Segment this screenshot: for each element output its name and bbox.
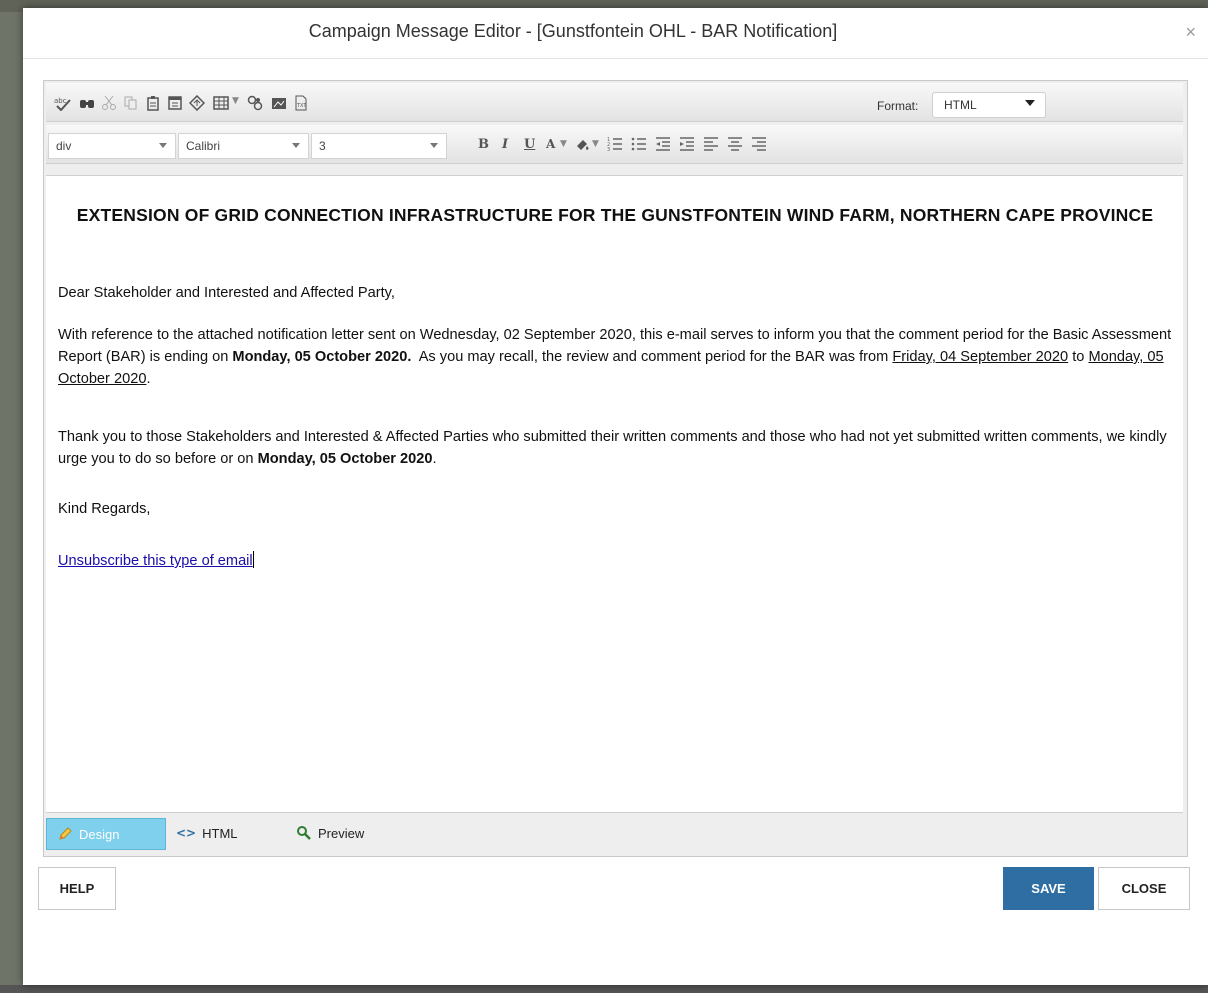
background-page: [0, 0, 24, 993]
font-color-icon[interactable]: A: [546, 137, 555, 151]
outdent-icon[interactable]: [654, 136, 672, 152]
paste-icon[interactable]: [144, 95, 162, 111]
format-select[interactable]: HTML: [932, 92, 1046, 118]
text-cursor: [252, 551, 254, 568]
underline-icon[interactable]: U: [524, 137, 535, 152]
tab-preview[interactable]: Preview: [296, 818, 396, 848]
table-icon[interactable]: [212, 95, 230, 111]
paragraph-style-value: div: [56, 139, 72, 153]
editor-toolbar-formatting: div Calibri 3 B I U A ▼ ▼ 123: [46, 125, 1183, 164]
chevron-down-icon: [1025, 100, 1035, 106]
highlight-icon[interactable]: [574, 136, 592, 152]
paste-word-icon[interactable]: [166, 95, 184, 111]
close-button[interactable]: CLOSE: [1098, 867, 1190, 910]
paragraph-comment-period: With reference to the attached notificat…: [58, 327, 1172, 387]
tab-design-label: Design: [79, 826, 120, 842]
highlight-dropdown-icon[interactable]: ▼: [592, 139, 599, 149]
chevron-down-icon: [292, 143, 300, 148]
table-dropdown-icon[interactable]: ▼: [232, 96, 239, 106]
align-center-icon[interactable]: [726, 136, 744, 152]
dialog-title-bar: Campaign Message Editor - [Gunstfontein …: [23, 8, 1208, 59]
editor-content-area[interactable]: EXTENSION OF GRID CONNECTION INFRASTRUCT…: [46, 175, 1183, 813]
chevron-down-icon: [159, 143, 167, 148]
cut-icon[interactable]: [100, 95, 118, 111]
indent-icon[interactable]: [678, 136, 696, 152]
campaign-message-editor-dialog: Campaign Message Editor - [Gunstfontein …: [23, 8, 1208, 985]
bulleted-list-icon[interactable]: [630, 136, 648, 152]
close-icon[interactable]: ×: [1185, 22, 1196, 43]
svg-text:abc: abc: [54, 97, 67, 105]
message-heading: EXTENSION OF GRID CONNECTION INFRASTRUCT…: [76, 205, 1154, 225]
font-size-select[interactable]: 3: [311, 133, 447, 159]
tab-preview-label: Preview: [318, 825, 365, 841]
save-button[interactable]: SAVE: [1003, 867, 1094, 910]
align-right-icon[interactable]: [750, 136, 768, 152]
italic-icon[interactable]: I: [502, 137, 508, 152]
media-icon[interactable]: [270, 95, 288, 111]
align-left-icon[interactable]: [702, 136, 720, 152]
paragraph-style-select[interactable]: div: [48, 133, 176, 159]
magnifier-icon: [297, 826, 311, 840]
tab-html-label: HTML: [202, 825, 238, 841]
svg-text:TXT: TXT: [296, 103, 307, 109]
chevron-down-icon: [430, 143, 438, 148]
help-button[interactable]: HELP: [38, 867, 116, 910]
link-icon[interactable]: [188, 95, 206, 111]
font-size-value: 3: [319, 139, 326, 153]
code-icon: <>: [176, 826, 197, 840]
unsubscribe-link[interactable]: Unsubscribe this type of email: [58, 551, 254, 569]
find-icon[interactable]: [78, 95, 96, 111]
numbered-list-icon[interactable]: 123: [606, 136, 624, 152]
bold-icon[interactable]: B: [478, 137, 489, 152]
pencil-icon: [59, 827, 72, 840]
image-manager-icon[interactable]: [246, 95, 264, 111]
dialog-title: Campaign Message Editor - [Gunstfontein …: [308, 21, 838, 41]
tab-design[interactable]: Design: [46, 818, 166, 850]
background-footer: [0, 985, 1208, 993]
format-select-value: HTML: [944, 98, 977, 112]
salutation: Dear Stakeholder and Interested and Affe…: [58, 285, 395, 301]
spellcheck-icon[interactable]: abc: [54, 95, 72, 111]
svg-text:3: 3: [607, 147, 610, 152]
editor-toolbar-main: abc ▼ TXT Format: HTML: [46, 83, 1183, 122]
editor-mode-bar: Design <> HTML Preview: [46, 814, 1183, 852]
closing: Kind Regards,: [58, 501, 151, 517]
font-family-select[interactable]: Calibri: [178, 133, 309, 159]
format-label: Format:: [877, 99, 919, 113]
rich-text-editor: abc ▼ TXT Format: HTML div Calibri 3 B I…: [43, 80, 1188, 857]
copy-icon[interactable]: [122, 95, 140, 111]
font-color-dropdown-icon[interactable]: ▼: [560, 139, 567, 149]
font-family-value: Calibri: [186, 139, 221, 153]
document-icon[interactable]: TXT: [292, 95, 310, 111]
tab-html[interactable]: <> HTML: [176, 818, 256, 848]
paragraph-thank-you: Thank you to those Stakeholders and Inte…: [58, 429, 1167, 467]
